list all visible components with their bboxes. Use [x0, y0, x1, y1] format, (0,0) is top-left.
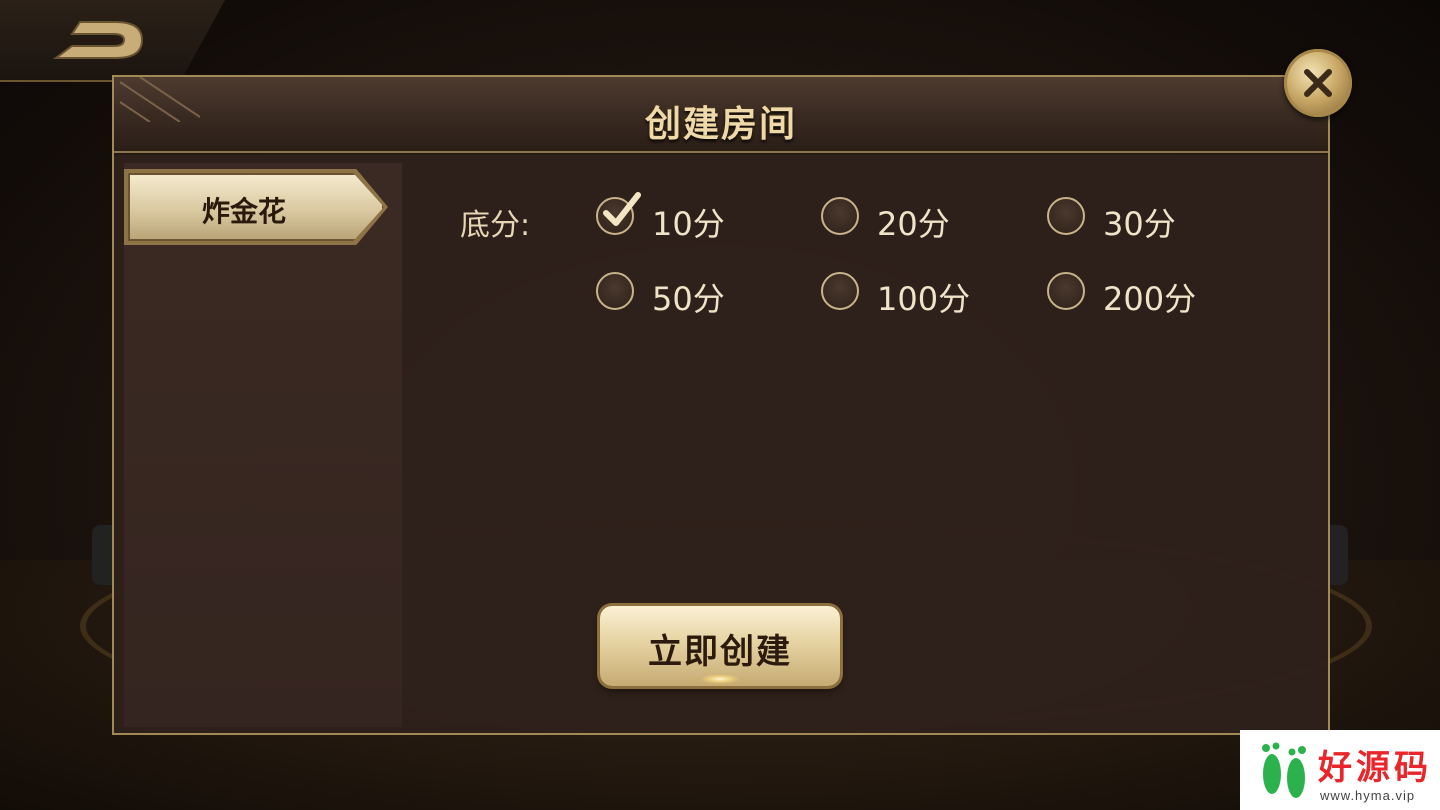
radio-circle[interactable] [596, 272, 634, 310]
score-option-label: 20分 [877, 205, 950, 243]
score-option-label: 30分 [1103, 205, 1176, 243]
score-option-label: 200分 [1103, 280, 1197, 318]
radio-circle[interactable] [1047, 272, 1085, 310]
footprint-logo-icon [1262, 742, 1306, 798]
game-tab-label: 炸金花 [201, 195, 286, 228]
back-arrow-icon [53, 21, 144, 59]
checkmark-icon [603, 192, 641, 226]
create-now-label: 立即创建 [648, 632, 792, 672]
dialog-title: 创建房间 [644, 104, 797, 145]
score-option-label: 100分 [877, 280, 971, 318]
radio-circle[interactable] [821, 272, 859, 310]
game-sidebar: 炸金花 [124, 163, 402, 727]
close-button[interactable] [1284, 49, 1352, 117]
score-option-label: 50分 [652, 280, 725, 318]
create-now-button[interactable]: 立即创建 [600, 606, 840, 686]
watermark: 好源码 www.hyma.vip [1240, 730, 1440, 810]
watermark-title: 好源码 [1318, 748, 1432, 788]
watermark-url: www.hyma.vip [1320, 788, 1416, 803]
button-glow [700, 674, 740, 684]
score-option-label: 10分 [652, 205, 725, 243]
game-tab-zhajinhua[interactable]: 炸金花 [128, 173, 384, 241]
radio-circle[interactable] [821, 197, 859, 235]
score-label: 底分: [460, 208, 531, 243]
back-button[interactable] [0, 0, 225, 82]
dialog-title-bar: 创建房间 [114, 77, 1328, 153]
close-icon [1304, 69, 1332, 97]
radio-circle[interactable] [1047, 197, 1085, 235]
